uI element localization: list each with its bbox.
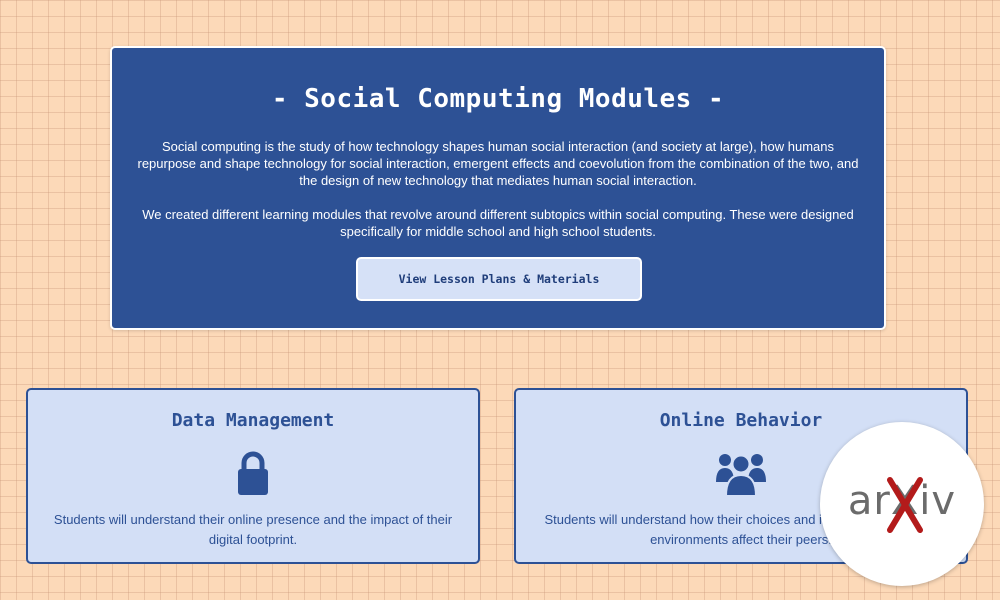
arxiv-logo: arXiv	[820, 422, 984, 586]
intro-paragraph: Social computing is the study of how tec…	[137, 139, 859, 188]
lock-icon	[227, 448, 279, 498]
page-title: - Social Computing Modules -	[271, 84, 725, 114]
view-lesson-plans-button[interactable]: View Lesson Plans & Materials	[356, 257, 642, 301]
users-icon	[715, 448, 767, 498]
modules-paragraph: We created different learning modules th…	[142, 207, 854, 239]
module-card-data-management[interactable]: Data Management Students will understand…	[26, 388, 480, 564]
card-title: Data Management	[171, 410, 335, 431]
hero-panel: - Social Computing Modules - Social comp…	[110, 46, 886, 330]
card-description: Students will understand their online pr…	[53, 512, 453, 547]
